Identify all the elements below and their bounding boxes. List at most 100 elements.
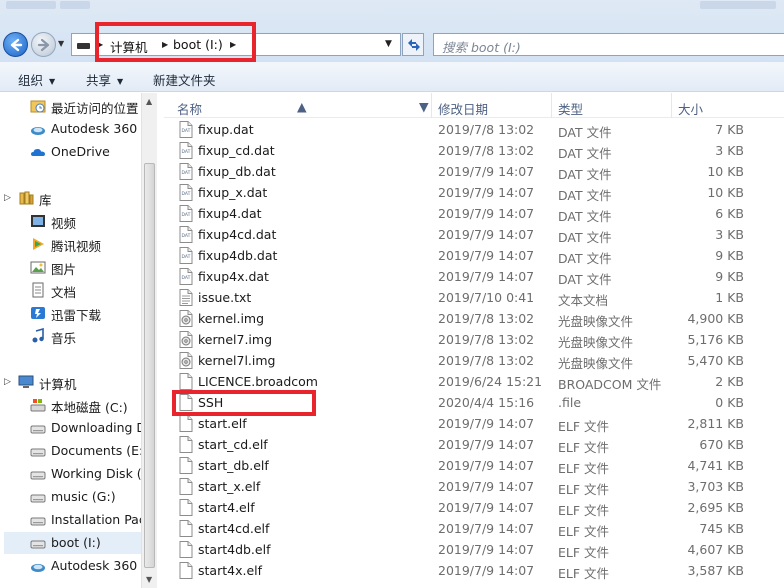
blank-file-icon xyxy=(179,520,193,537)
nav-item[interactable]: Installation Pacl xyxy=(30,509,141,531)
file-name: start.elf xyxy=(198,416,247,431)
nav-item[interactable]: Autodesk 360 xyxy=(30,118,141,140)
breadcrumb-boot[interactable]: boot (I:) xyxy=(173,37,223,52)
nav-item[interactable]: Downloading D xyxy=(30,417,141,439)
file-type: 光盘映像文件 xyxy=(558,314,634,329)
breadcrumb-separator-icon[interactable]: ▶ xyxy=(97,40,103,49)
scroll-down-icon[interactable]: ▼ xyxy=(146,575,152,584)
file-row[interactable]: start4x.elf 2019/7/9 14:07 ELF 文件 3,587 KB xyxy=(164,560,784,581)
search-input[interactable]: 搜索 boot (I:) xyxy=(433,33,784,56)
organize-menu-button[interactable]: 组织 ▼ xyxy=(18,70,55,89)
file-row[interactable]: DAT fixup4.dat 2019/7/9 14:07 DAT 文件 6 KB xyxy=(164,203,784,224)
new-folder-button[interactable]: 新建文件夹 xyxy=(153,70,216,89)
nav-item-label: Documents (E:) xyxy=(51,443,141,458)
nav-item[interactable]: Autodesk 360 xyxy=(30,555,141,577)
disc-image-icon xyxy=(179,331,193,348)
expand-triangle-icon[interactable]: ▷ xyxy=(4,193,11,203)
nav-item[interactable]: 图片 xyxy=(30,256,141,278)
nav-item-label: 视频 xyxy=(51,216,77,231)
drive-icon xyxy=(30,466,46,482)
pane-splitter[interactable] xyxy=(157,93,164,588)
disc-image-icon xyxy=(179,352,193,369)
tencent-video-icon xyxy=(30,236,46,252)
chevron-down-icon: ▼ xyxy=(117,77,124,86)
scroll-up-icon[interactable]: ▲ xyxy=(146,97,152,106)
navigation-scrollbar[interactable]: ▲ ▼ xyxy=(141,93,157,588)
forward-button[interactable] xyxy=(31,32,56,57)
file-row[interactable]: kernel7.img 2019/7/8 13:02 光盘映像文件 5,176 KB xyxy=(164,329,784,350)
file-row[interactable]: start_cd.elf 2019/7/9 14:07 ELF 文件 670 KB xyxy=(164,434,784,455)
file-modified-date: 2019/7/10 0:41 xyxy=(438,290,535,305)
file-row[interactable]: issue.txt 2019/7/10 0:41 文本文档 1 KB xyxy=(164,287,784,308)
address-history-dropdown[interactable]: ▼ xyxy=(385,39,392,49)
file-row[interactable]: start_db.elf 2019/7/9 14:07 ELF 文件 4,741 KB xyxy=(164,455,784,476)
file-row[interactable]: start4.elf 2019/7/9 14:07 ELF 文件 2,695 KB xyxy=(164,497,784,518)
file-row[interactable]: DAT fixup.dat 2019/7/8 13:02 DAT 文件 7 KB xyxy=(164,119,784,140)
file-name: start4x.elf xyxy=(198,563,263,578)
column-header-type[interactable]: 类型 xyxy=(552,93,672,118)
nav-item[interactable]: 库 xyxy=(18,187,141,209)
file-row[interactable]: kernel.img 2019/7/8 13:02 光盘映像文件 4,900 KB xyxy=(164,308,784,329)
file-name: start4.elf xyxy=(198,500,255,515)
file-size: 745 KB xyxy=(699,521,744,536)
file-row[interactable]: DAT fixup_x.dat 2019/7/9 14:07 DAT 文件 10 KB xyxy=(164,182,784,203)
file-row[interactable]: start.elf 2019/7/9 14:07 ELF 文件 2,811 KB xyxy=(164,413,784,434)
nav-item[interactable]: music (G:) xyxy=(30,486,141,508)
column-header-date[interactable]: 修改日期 xyxy=(432,93,552,118)
file-row[interactable]: start4db.elf 2019/7/9 14:07 ELF 文件 4,607 KB xyxy=(164,539,784,560)
file-row[interactable]: start_x.elf 2019/7/9 14:07 ELF 文件 3,703 KB xyxy=(164,476,784,497)
nav-item-label: 图片 xyxy=(51,262,77,277)
breadcrumb-computer[interactable]: 计算机 xyxy=(110,37,148,56)
file-row[interactable]: DAT fixup4x.dat 2019/7/9 14:07 DAT 文件 9 KB xyxy=(164,266,784,287)
nav-item[interactable]: 文档 xyxy=(30,279,141,301)
file-name: start_cd.elf xyxy=(198,437,268,452)
file-modified-date: 2019/7/9 14:07 xyxy=(438,563,535,578)
column-filter-dropdown-icon[interactable]: ▼ xyxy=(419,99,429,114)
breadcrumb-separator-icon[interactable]: ▶ xyxy=(162,40,168,49)
share-menu-button[interactable]: 共享 ▼ xyxy=(86,70,123,89)
file-name: fixup.dat xyxy=(198,122,254,137)
nav-item[interactable]: 计算机 xyxy=(18,371,141,393)
recent-pages-dropdown[interactable]: ▼ xyxy=(58,40,68,48)
nav-item[interactable]: Working Disk ( xyxy=(30,463,141,485)
scroll-thumb[interactable] xyxy=(144,163,155,568)
nav-item-label: 腾讯视频 xyxy=(51,239,102,254)
nav-item[interactable]: 本地磁盘 (C:) xyxy=(30,394,141,416)
refresh-button[interactable] xyxy=(402,33,424,56)
svg-text:DAT: DAT xyxy=(182,128,191,134)
address-field[interactable]: ▶ 计算机 ▶ boot (I:) ▶ ▼ xyxy=(71,33,401,56)
nav-item[interactable]: 视频 xyxy=(30,210,141,232)
file-size: 5,176 KB xyxy=(687,332,744,347)
file-row[interactable]: SSH 2020/4/4 15:16 .file 0 KB xyxy=(164,392,784,413)
nav-item-label: Autodesk 360 xyxy=(51,558,138,573)
nav-item[interactable]: Documents (E:) xyxy=(30,440,141,462)
file-name: start4cd.elf xyxy=(198,521,270,536)
file-name: fixup4cd.dat xyxy=(198,227,277,242)
nav-item[interactable]: 最近访问的位置 xyxy=(30,95,141,117)
file-row[interactable]: DAT fixup4cd.dat 2019/7/9 14:07 DAT 文件 3 KB xyxy=(164,224,784,245)
nav-item[interactable]: 音乐 xyxy=(30,325,141,347)
column-header-name[interactable]: 名称 ▲ ▼ xyxy=(164,93,432,118)
file-row[interactable]: kernel7l.img 2019/7/8 13:02 光盘映像文件 5,470 KB xyxy=(164,350,784,371)
file-row[interactable]: start4cd.elf 2019/7/9 14:07 ELF 文件 745 KB xyxy=(164,518,784,539)
back-button[interactable] xyxy=(3,32,28,57)
file-size: 2 KB xyxy=(715,374,744,389)
music-library-icon xyxy=(30,327,46,344)
blank-file-icon xyxy=(179,541,193,558)
file-name: fixup_cd.dat xyxy=(198,143,275,158)
file-row[interactable]: DAT fixup_cd.dat 2019/7/8 13:02 DAT 文件 3 KB xyxy=(164,140,784,161)
nav-item[interactable]: OneDrive xyxy=(30,141,141,163)
file-row[interactable]: DAT fixup4db.dat 2019/7/9 14:07 DAT 文件 9 KB xyxy=(164,245,784,266)
breadcrumb-separator-icon[interactable]: ▶ xyxy=(230,40,236,49)
nav-item[interactable]: boot (I:) xyxy=(4,532,141,554)
dat-file-icon: DAT xyxy=(179,247,193,264)
nav-item[interactable]: 腾讯视频 xyxy=(30,233,141,255)
file-size: 3 KB xyxy=(715,227,744,242)
nav-item[interactable]: 迅雷下载 xyxy=(30,302,141,324)
file-row[interactable]: LICENCE.broadcom 2019/6/24 15:21 BROADCOM … xyxy=(164,371,784,392)
expand-triangle-icon[interactable]: ▷ xyxy=(4,377,11,387)
file-row[interactable]: DAT fixup_db.dat 2019/7/9 14:07 DAT 文件 10 KB xyxy=(164,161,784,182)
file-type: ELF 文件 xyxy=(558,440,610,455)
file-type: ELF 文件 xyxy=(558,482,610,497)
column-header-size[interactable]: 大小 xyxy=(672,93,784,118)
